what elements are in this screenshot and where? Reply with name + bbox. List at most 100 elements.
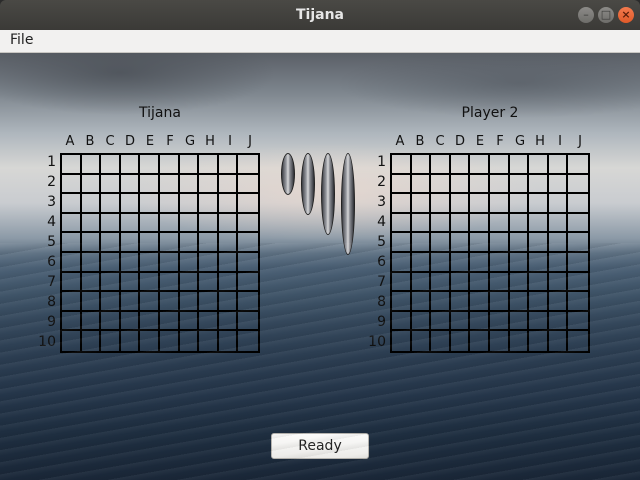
grid-cell[interactable] xyxy=(120,233,141,253)
grid-cell[interactable] xyxy=(199,292,219,312)
grid-cell[interactable] xyxy=(509,292,530,312)
grid-cell[interactable] xyxy=(529,233,549,253)
grid-cell[interactable] xyxy=(180,331,200,351)
grid-cell[interactable] xyxy=(431,233,451,253)
grid-cell[interactable] xyxy=(179,272,200,293)
grid-cell[interactable] xyxy=(510,331,530,351)
grid-cell[interactable] xyxy=(470,194,490,214)
grid-cell[interactable] xyxy=(140,253,160,273)
grid-cell[interactable] xyxy=(81,272,102,293)
grid-cell[interactable] xyxy=(219,331,239,351)
grid-cell[interactable] xyxy=(411,292,432,312)
grid-cell[interactable] xyxy=(120,272,141,293)
grid-cell[interactable] xyxy=(450,253,471,273)
grid-cell[interactable] xyxy=(238,331,258,351)
grid-cell[interactable] xyxy=(412,331,432,351)
ready-button[interactable]: Ready xyxy=(271,433,369,459)
grid-cell[interactable] xyxy=(568,253,588,273)
grid-cell[interactable] xyxy=(199,233,219,253)
grid-cell[interactable] xyxy=(140,272,160,293)
grid-cell[interactable] xyxy=(218,174,239,195)
grid-cell[interactable] xyxy=(179,194,200,214)
grid-cell[interactable] xyxy=(392,233,412,253)
grid-cell[interactable] xyxy=(411,253,432,273)
grid-cell[interactable] xyxy=(218,253,239,273)
grid-cell[interactable] xyxy=(451,331,471,351)
grid-cell[interactable] xyxy=(101,194,121,214)
grid-cell[interactable] xyxy=(548,213,569,234)
grid-cell[interactable] xyxy=(140,331,160,351)
grid-cell[interactable] xyxy=(160,253,180,273)
grid-cell[interactable] xyxy=(568,292,588,312)
grid-cell[interactable] xyxy=(199,194,219,214)
grid-cell[interactable] xyxy=(120,253,141,273)
grid-cell[interactable] xyxy=(392,253,412,273)
grid-cell[interactable] xyxy=(160,155,180,175)
grid-cell[interactable] xyxy=(160,233,180,253)
grid-cell[interactable] xyxy=(218,233,239,253)
grid-cell[interactable] xyxy=(101,174,121,195)
grid-cell[interactable] xyxy=(160,194,180,214)
grid-cell[interactable] xyxy=(238,214,258,234)
grid-cell[interactable] xyxy=(101,272,121,293)
grid-cell[interactable] xyxy=(490,272,510,293)
grid-cell[interactable] xyxy=(238,312,258,332)
grid-cell[interactable] xyxy=(450,292,471,312)
grid-cell[interactable] xyxy=(450,174,471,195)
grid-cell[interactable] xyxy=(411,233,432,253)
grid-cell[interactable] xyxy=(218,194,239,214)
grid-cell[interactable] xyxy=(392,155,412,175)
grid-cell[interactable] xyxy=(120,174,141,195)
grid-cell[interactable] xyxy=(548,311,569,332)
grid-cell[interactable] xyxy=(509,253,530,273)
grid-cell[interactable] xyxy=(568,233,588,253)
grid-cell[interactable] xyxy=(529,174,549,195)
grid-cell[interactable] xyxy=(160,174,180,195)
grid-cell[interactable] xyxy=(431,155,451,175)
grid-cell[interactable] xyxy=(62,253,82,273)
grid-cell[interactable] xyxy=(509,194,530,214)
grid-cell[interactable] xyxy=(431,213,451,234)
grid-cell[interactable] xyxy=(568,312,588,332)
grid-cell[interactable] xyxy=(450,194,471,214)
grid-cell[interactable] xyxy=(411,174,432,195)
grid-cell[interactable] xyxy=(179,292,200,312)
grid-cell[interactable] xyxy=(548,155,569,175)
grid-cell[interactable] xyxy=(218,292,239,312)
grid-cell[interactable] xyxy=(548,194,569,214)
player-board-grid[interactable] xyxy=(60,153,260,353)
grid-cell[interactable] xyxy=(568,214,588,234)
grid-cell[interactable] xyxy=(529,213,549,234)
grid-cell[interactable] xyxy=(62,194,82,214)
grid-cell[interactable] xyxy=(199,311,219,332)
grid-cell[interactable] xyxy=(392,174,412,195)
menu-file[interactable]: File xyxy=(10,32,33,48)
grid-cell[interactable] xyxy=(470,233,490,253)
grid-cell[interactable] xyxy=(470,331,490,351)
grid-cell[interactable] xyxy=(101,253,121,273)
grid-cell[interactable] xyxy=(218,213,239,234)
grid-cell[interactable] xyxy=(490,213,510,234)
grid-cell[interactable] xyxy=(450,233,471,253)
grid-cell[interactable] xyxy=(120,194,141,214)
grid-cell[interactable] xyxy=(509,213,530,234)
grid-cell[interactable] xyxy=(509,155,530,175)
grid-cell[interactable] xyxy=(568,155,588,175)
grid-cell[interactable] xyxy=(490,292,510,312)
grid-cell[interactable] xyxy=(101,331,121,351)
grid-cell[interactable] xyxy=(450,213,471,234)
grid-cell[interactable] xyxy=(218,311,239,332)
grid-cell[interactable] xyxy=(509,174,530,195)
grid-cell[interactable] xyxy=(392,213,412,234)
grid-cell[interactable] xyxy=(120,213,141,234)
grid-cell[interactable] xyxy=(548,292,569,312)
grid-cell[interactable] xyxy=(238,292,258,312)
grid-cell[interactable] xyxy=(568,273,588,293)
grid-cell[interactable] xyxy=(392,331,412,351)
grid-cell[interactable] xyxy=(470,311,490,332)
grid-cell[interactable] xyxy=(470,292,490,312)
grid-cell[interactable] xyxy=(529,311,549,332)
grid-cell[interactable] xyxy=(431,292,451,312)
grid-cell[interactable] xyxy=(140,233,160,253)
ship-size-2[interactable] xyxy=(281,153,295,195)
